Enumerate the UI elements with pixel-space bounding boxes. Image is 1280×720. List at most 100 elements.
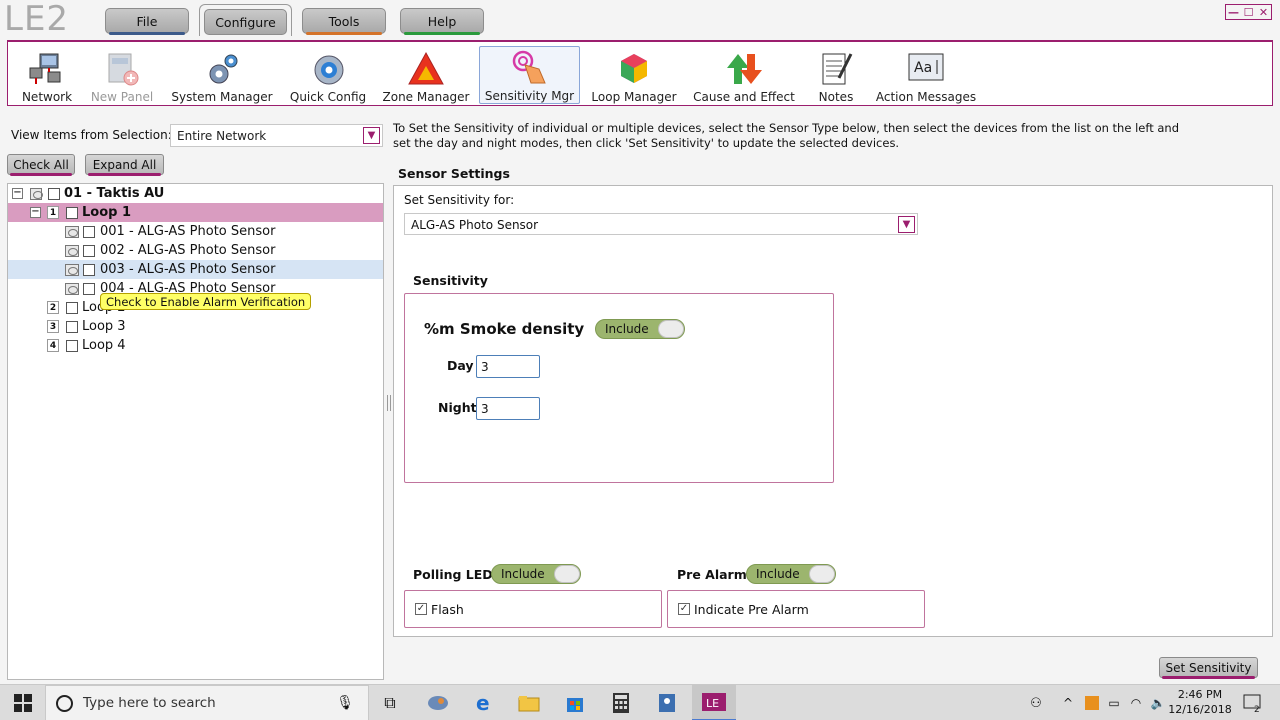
check-all-button[interactable]: Check All: [7, 154, 75, 176]
taskbar-search[interactable]: Type here to search 🎙: [45, 685, 369, 720]
checkbox[interactable]: [66, 339, 78, 352]
network-icon[interactable]: ◠: [1126, 685, 1146, 720]
checkbox[interactable]: [83, 225, 95, 238]
night-label: Night: [438, 400, 477, 415]
tray-app-icon[interactable]: [1082, 685, 1102, 720]
collapse-icon[interactable]: −: [12, 188, 23, 199]
polling-led-toggle[interactable]: Include: [491, 564, 581, 584]
microphone-icon[interactable]: 🎙: [336, 695, 354, 711]
toolbar-loop-manager[interactable]: Loop Manager: [591, 46, 677, 104]
tree-row-device[interactable]: 003 - ALG-AS Photo Sensor: [8, 260, 383, 279]
system-manager-icon: [201, 50, 243, 88]
toggle-knob: [809, 565, 835, 583]
toolbar-system-manager[interactable]: System Manager: [171, 46, 273, 104]
menu-help[interactable]: Help: [400, 8, 484, 35]
toolbar-notes[interactable]: Notes: [814, 46, 858, 104]
device-tree: − 01 - Taktis AU − 1 Loop 1 001 - ALG-AS…: [7, 183, 384, 680]
notifications-icon[interactable]: 2: [1238, 685, 1268, 720]
menu-configure[interactable]: Configure: [199, 4, 292, 36]
sensitivity-label: Sensitivity: [413, 273, 488, 288]
flash-checkbox[interactable]: ✓: [415, 603, 427, 615]
expand-all-button[interactable]: Expand All: [85, 154, 164, 176]
tree-row-device[interactable]: 001 - ALG-AS Photo Sensor: [8, 222, 383, 241]
toggle-knob: [658, 320, 684, 338]
contacts-app-icon[interactable]: [649, 685, 685, 720]
indicate-pre-alarm-checkbox[interactable]: ✓: [678, 603, 690, 615]
title-bar: LE2 File Configure Tools Help — ☐ ✕: [0, 0, 1280, 40]
volume-icon[interactable]: 🔈: [1148, 685, 1168, 720]
loop-number-icon: 3: [47, 320, 59, 333]
checkbox[interactable]: [66, 206, 78, 219]
people-icon[interactable]: ⚇: [1024, 685, 1048, 720]
windows-taskbar: Type here to search 🎙 ⧉ e LE ⚇ ^ ▭ ◠ 🔈 2…: [0, 684, 1280, 720]
svg-text:LE: LE: [706, 697, 719, 710]
sensor-icon: [65, 244, 79, 257]
checkbox[interactable]: [66, 320, 78, 333]
tree-row-loop-4[interactable]: 4 Loop 4: [8, 336, 383, 355]
cortana-icon: [56, 694, 73, 712]
app-logo: LE2: [4, 0, 70, 39]
chevron-down-icon[interactable]: ▼: [898, 216, 915, 233]
chevron-up-icon[interactable]: ^: [1058, 685, 1078, 720]
pre-alarm-label: Pre Alarm: [677, 567, 747, 582]
view-items-label: View Items from Selection:: [11, 128, 172, 142]
svg-text:e: e: [476, 693, 490, 713]
toolbar-sensitivity-mgr[interactable]: Sensitivity Mgr: [479, 46, 580, 104]
polling-led-label: Polling LED: [413, 567, 493, 582]
minimize-button[interactable]: —: [1226, 5, 1241, 19]
night-input[interactable]: 3: [476, 397, 540, 420]
tree-row-loop-1[interactable]: − 1 Loop 1: [8, 203, 383, 222]
checkbox[interactable]: [83, 282, 95, 295]
quick-config-icon: [307, 50, 349, 88]
view-items-select[interactable]: Entire Network ▼: [170, 124, 383, 147]
checkbox[interactable]: [66, 301, 78, 314]
pre-alarm-option-box: ✓ Indicate Pre Alarm: [667, 590, 925, 628]
checkbox[interactable]: [83, 263, 95, 276]
checkbox[interactable]: [48, 187, 60, 200]
edge-icon[interactable]: e: [466, 685, 502, 720]
day-label: Day: [447, 358, 474, 373]
panel-splitter[interactable]: [387, 395, 391, 411]
alarm-verification-tooltip: Check to Enable Alarm Verification: [100, 293, 312, 310]
tree-row-device[interactable]: 002 - ALG-AS Photo Sensor: [8, 241, 383, 260]
new-panel-icon: [101, 50, 143, 88]
tree-row-loop-3[interactable]: 3 Loop 3: [8, 317, 383, 336]
toolbar-network[interactable]: Network: [22, 46, 72, 104]
svg-text:Aa: Aa: [914, 60, 932, 76]
taskbar-clock[interactable]: 2:46 PM 12/16/2018: [1168, 687, 1232, 717]
indicate-pre-alarm-label: Indicate Pre Alarm: [694, 602, 809, 617]
app-icon[interactable]: [420, 685, 456, 720]
toolbar-zone-manager[interactable]: Zone Manager: [383, 46, 469, 104]
notes-icon: [815, 50, 857, 88]
set-sensitivity-button[interactable]: Set Sensitivity: [1159, 657, 1258, 679]
svg-text:2: 2: [1254, 705, 1260, 712]
collapse-icon[interactable]: −: [30, 207, 41, 218]
toolbar-quick-config[interactable]: Quick Config: [290, 46, 366, 104]
checkbox[interactable]: [83, 244, 95, 257]
file-explorer-icon[interactable]: [511, 685, 547, 720]
day-input[interactable]: 3: [476, 355, 540, 378]
menu-file[interactable]: File: [105, 8, 189, 35]
loop-manager-icon: [613, 50, 655, 88]
pre-alarm-toggle[interactable]: Include: [746, 564, 836, 584]
loop-number-icon: 1: [47, 206, 59, 219]
smoke-include-toggle[interactable]: Include: [595, 319, 685, 339]
close-button[interactable]: ✕: [1256, 5, 1271, 19]
tree-row-panel[interactable]: − 01 - Taktis AU: [8, 184, 383, 203]
main-toolbar: Network New Panel System Manager Quick C…: [7, 40, 1273, 106]
store-icon[interactable]: [557, 685, 593, 720]
maximize-button[interactable]: ☐: [1241, 5, 1256, 19]
chevron-down-icon[interactable]: ▼: [363, 127, 380, 144]
sensor-settings-title: Sensor Settings: [398, 166, 510, 181]
task-view-icon[interactable]: ⧉: [372, 685, 408, 720]
sensor-icon: [65, 225, 79, 238]
panel-icon: [30, 187, 43, 200]
start-button[interactable]: [0, 685, 45, 720]
battery-icon[interactable]: ▭: [1104, 685, 1124, 720]
toolbar-action-messages[interactable]: Aa Action Messages: [876, 46, 976, 104]
sensor-type-select[interactable]: ALG-AS Photo Sensor ▼: [404, 213, 918, 235]
menu-tools[interactable]: Tools: [302, 8, 386, 35]
calculator-icon[interactable]: [603, 685, 639, 720]
le2-taskbar-app[interactable]: LE: [692, 685, 736, 720]
toolbar-cause-effect[interactable]: Cause and Effect: [693, 46, 795, 104]
